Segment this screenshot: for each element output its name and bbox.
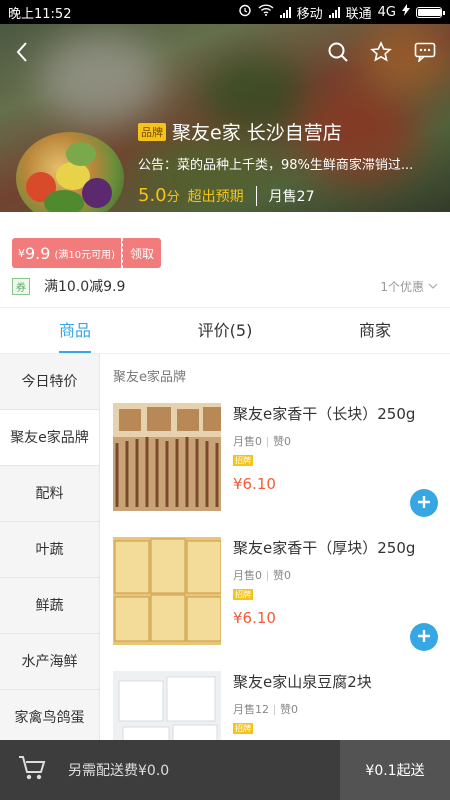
category-item[interactable]: 叶蔬 [0,522,99,578]
shop-name: 聚友e家 长沙自营店 [172,122,342,144]
product-title: 聚友e家山泉豆腐2块 [233,673,372,691]
product-list: 聚友e家品牌 聚友e家香干（长块）250g 月售0 赞0 招牌 ¥6.10 聚友… [101,354,450,740]
product-meta: 月售0 赞0 [233,567,291,583]
add-to-cart-button[interactable] [410,489,438,517]
cart-bar: 另需配送费¥0.0 ¥0.1起送 [0,740,450,800]
coupon-area: ¥ 9.9 (满10元可用) 领取 券 满10.0减9.9 1个优惠 [0,212,450,308]
search-icon [327,41,349,67]
add-to-cart-button[interactable] [410,623,438,651]
category-item[interactable]: 今日特价 [0,354,99,410]
message-button[interactable] [407,36,443,72]
charging-icon [402,4,410,20]
shop-notice[interactable]: 公告：菜的品种上千类，98%生鲜商家滞销过... [138,154,443,173]
tab-bar: 商品 评价(5) 商家 [0,309,450,354]
section-title: 聚友e家品牌 [113,370,186,385]
category-item[interactable]: 配料 [0,466,99,522]
divider [255,185,257,206]
product-title: 聚友e家香干（长块）250g [233,405,416,423]
product-price: ¥6.10 [233,475,276,493]
cart-button[interactable] [12,750,52,790]
product-item[interactable]: 聚友e家山泉豆腐2块 月售12 赞0 招牌 [101,665,450,740]
battery-icon [416,6,445,18]
product-price: ¥6.10 [233,609,276,627]
product-likes: 赞0 [273,435,291,448]
tab-products[interactable]: 商品 [0,309,150,353]
favorite-button[interactable] [363,36,399,72]
category-item[interactable]: 水产海鲜 [0,634,99,690]
product-image [113,671,221,740]
cart-icon [18,755,46,785]
checkout-button[interactable]: ¥0.1起送 [340,740,450,800]
shop-header: 品牌 聚友e家 长沙自营店 公告：菜的品种上千类，98%生鲜商家滞销过... 5.… [0,24,450,212]
product-meta: 月售0 赞0 [233,433,291,449]
product-sales: 月售12 [233,703,269,716]
category-item-active[interactable]: 聚友e家品牌 [0,410,99,466]
product-meta: 月售12 赞0 [233,701,298,717]
product-sales: 月售0 [233,435,262,448]
tab-reviews[interactable]: 评价(5) [150,309,300,353]
product-tag: 招牌 [233,723,253,734]
category-item[interactable]: 鲜蔬 [0,578,99,634]
claim-coupon-button[interactable]: 领取 [121,238,161,268]
chevron-down-icon [428,279,438,293]
coupon[interactable]: ¥ 9.9 (满10元可用) 领取 [12,238,161,268]
promotion-text: 满10.0减9.9 [44,279,126,295]
product-tag: 招牌 [233,455,253,466]
wifi-icon [258,4,274,20]
message-icon [414,42,436,66]
product-title: 聚友e家香干（厚块）250g [233,539,416,557]
category-item[interactable]: 家禽鸟鸽蛋 [0,690,99,740]
carrier-2: 联通 [345,6,372,22]
promotion-count: 1个优惠 [380,278,438,295]
product-item[interactable]: 聚友e家香干（长块）250g 月售0 赞0 招牌 ¥6.10 [101,397,450,531]
brand-tag: 品牌 [138,122,166,141]
product-image [113,537,221,645]
coupon-condition: (满10元可用) [54,249,115,261]
star-icon [370,41,392,67]
carrier-1: 移动 [296,6,323,22]
network-type: 4G [377,4,396,20]
promotion-count-label: 1个优惠 [380,279,424,294]
shop-info: 品牌 聚友e家 长沙自营店 公告：菜的品种上千类，98%生鲜商家滞销过... 5.… [138,118,448,206]
alarm-icon [238,3,252,21]
category-sidebar: 今日特价 聚友e家品牌 配料 叶蔬 鲜蔬 水产海鲜 家禽鸟鸽蛋 [0,354,100,740]
coupon-amount: 9.9 [25,243,51,263]
plus-icon [417,628,431,647]
promotion-row[interactable]: 券 满10.0减9.9 1个优惠 [12,276,438,296]
search-button[interactable] [320,36,356,72]
product-likes: 赞0 [273,569,291,582]
signal-icon [279,6,291,18]
product-item[interactable]: 聚友e家香干（厚块）250g 月售0 赞0 招牌 ¥6.10 [101,531,450,665]
product-sales: 月售0 [233,569,262,582]
signal-icon [328,6,340,18]
coupon-currency: ¥ [18,246,25,260]
back-icon [15,41,29,67]
product-likes: 赞0 [280,703,298,716]
status-time: 晚上11:52 [8,6,72,22]
plus-icon [417,494,431,513]
status-bar: 晚上11:52 移动 联通 4G [0,0,450,24]
delivery-fee-text: 另需配送费¥0.0 [68,763,170,779]
score-note: 超出预期 [187,189,244,205]
tab-merchant[interactable]: 商家 [300,309,450,353]
score-unit: 分 [166,190,180,205]
monthly-sales: 月售27 [268,189,315,205]
product-image [113,403,221,511]
shop-score: 5.0 [138,185,167,206]
back-button[interactable] [4,36,40,72]
product-tag: 招牌 [233,589,253,600]
promotion-badge: 券 [12,277,30,295]
